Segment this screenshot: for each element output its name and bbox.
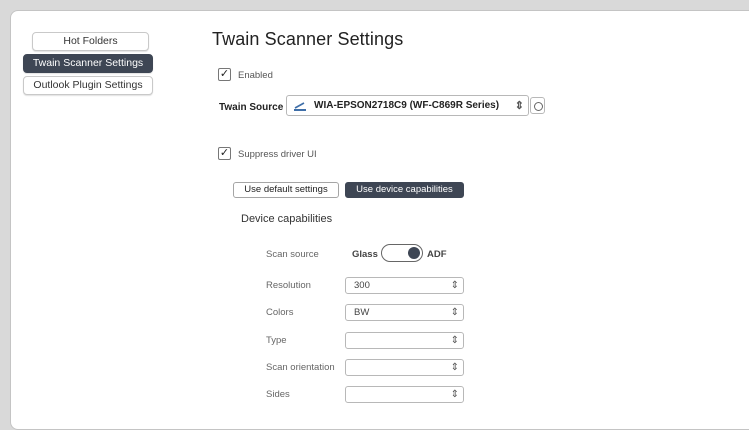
colors-select[interactable]: BW ⇕ <box>345 304 464 321</box>
chevron-updown-icon: ⇕ <box>450 389 459 400</box>
enabled-label: Enabled <box>238 70 273 81</box>
scan-source-label: Scan source <box>266 249 319 260</box>
toggle-knob <box>408 247 420 259</box>
chevron-updown-icon: ⇕ <box>514 100 524 112</box>
refresh-source-button[interactable] <box>530 97 545 114</box>
sides-label: Sides <box>266 389 290 400</box>
chevron-updown-icon: ⇕ <box>450 307 459 318</box>
use-default-settings-button[interactable]: Use default settings <box>233 182 339 198</box>
device-capabilities-heading: Device capabilities <box>241 213 333 225</box>
chevron-updown-icon: ⇕ <box>450 280 459 291</box>
resolution-select[interactable]: 300 ⇕ <box>345 277 464 294</box>
use-device-capabilities-button[interactable]: Use device capabilities <box>345 182 464 198</box>
scan-source-glass-label: Glass <box>352 249 378 260</box>
chevron-updown-icon: ⇕ <box>450 335 459 346</box>
scan-source-toggle[interactable] <box>381 244 423 262</box>
twain-source-value: WIA-EPSON2718C9 (WF-C869R Series) <box>314 100 500 111</box>
scan-orientation-select[interactable]: ⇕ <box>345 359 464 376</box>
scanner-icon <box>292 100 308 115</box>
sidebar-item-hot-folders[interactable]: Hot Folders <box>32 32 149 51</box>
sidebar-item-twain-scanner-settings[interactable]: Twain Scanner Settings <box>23 54 153 73</box>
chevron-updown-icon: ⇕ <box>450 362 459 373</box>
twain-source-label: Twain Source <box>219 102 284 113</box>
enabled-checkbox[interactable]: ✓ <box>218 68 231 81</box>
resolution-value: 300 <box>354 280 370 291</box>
suppress-driver-ui-label: Suppress driver UI <box>238 149 317 160</box>
twain-source-select[interactable]: WIA-EPSON2718C9 (WF-C869R Series) ⇕ <box>286 95 529 116</box>
type-select[interactable]: ⇕ <box>345 332 464 349</box>
sides-select[interactable]: ⇕ <box>345 386 464 403</box>
sidebar-item-outlook-plugin-settings[interactable]: Outlook Plugin Settings <box>23 76 153 95</box>
type-label: Type <box>266 335 287 346</box>
resolution-label: Resolution <box>266 280 311 291</box>
scan-source-adf-label: ADF <box>427 249 447 260</box>
page-title: Twain Scanner Settings <box>212 29 404 49</box>
colors-label: Colors <box>266 307 294 318</box>
scan-orientation-label: Scan orientation <box>266 362 335 373</box>
suppress-driver-ui-checkbox[interactable]: ✓ <box>218 147 231 160</box>
colors-value: BW <box>354 307 370 318</box>
settings-window: Hot Folders Twain Scanner Settings Outlo… <box>10 10 749 430</box>
sidebar: Hot Folders Twain Scanner Settings Outlo… <box>23 32 153 98</box>
